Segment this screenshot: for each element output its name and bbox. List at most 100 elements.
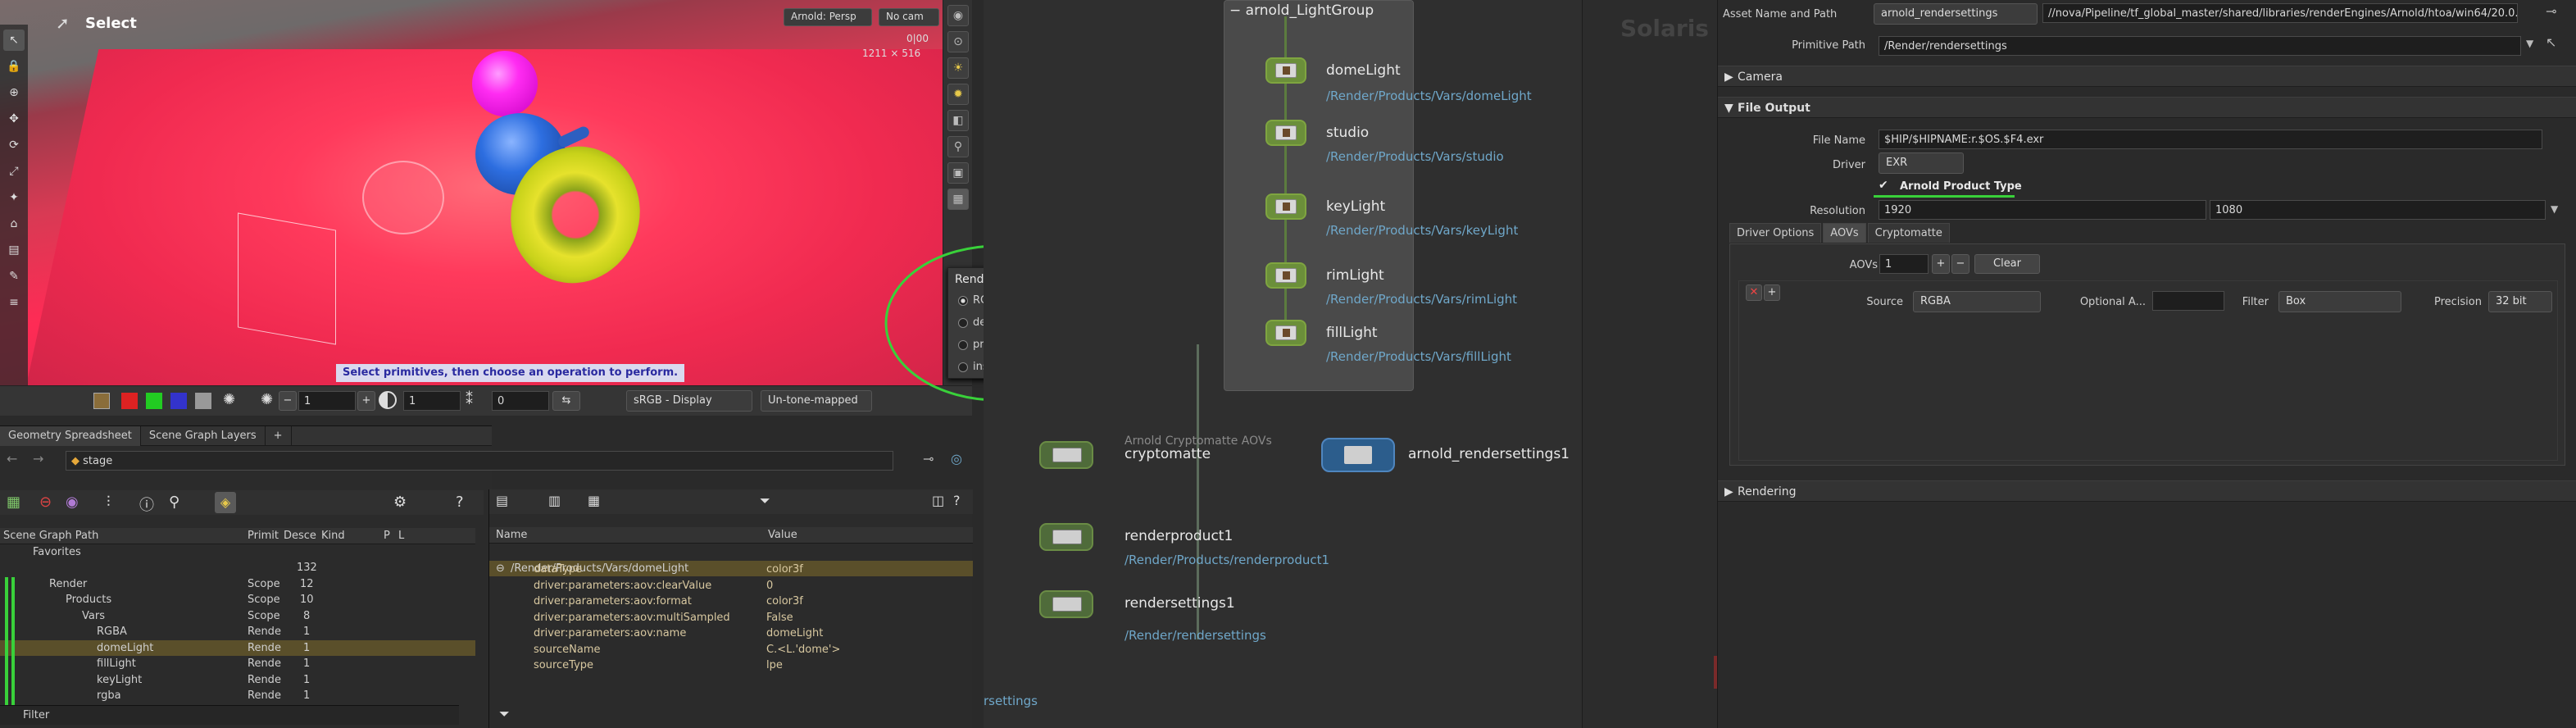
delete-aov-button[interactable]: ✕ bbox=[1746, 284, 1762, 301]
camera-menu[interactable]: Arnold: Persp bbox=[784, 8, 872, 26]
tree-row[interactable]: 132 bbox=[0, 560, 475, 576]
tab-geometry-spreadsheet[interactable]: Geometry Spreadsheet bbox=[0, 426, 141, 446]
column-header[interactable]: Scene Graph Path bbox=[3, 528, 98, 544]
render-icon[interactable]: ▣ bbox=[947, 162, 969, 184]
exposure-icon[interactable]: ✺ bbox=[223, 391, 235, 408]
lut-icon[interactable]: ⇆ bbox=[552, 391, 580, 411]
snap-icon[interactable]: ⊙ bbox=[947, 31, 969, 52]
renderproduct-node[interactable] bbox=[1039, 523, 1093, 551]
nav-forward-icon[interactable]: → bbox=[33, 451, 43, 466]
tree-row[interactable]: fillLight Rende 1 bbox=[0, 656, 475, 672]
light-group-box[interactable]: − arnold_LightGroup bbox=[1224, 0, 1414, 391]
no-cam-menu[interactable]: No cam bbox=[879, 8, 939, 26]
attribute-row[interactable]: driver:parameters:aov:name domeLight bbox=[489, 626, 973, 642]
sliders-icon[interactable]: ⫶ bbox=[107, 494, 111, 511]
resolution-y-field[interactable]: 1080 bbox=[2210, 200, 2546, 220]
stage-path-field[interactable]: ◆ stage bbox=[66, 451, 893, 471]
filter-menu[interactable]: Box bbox=[2278, 291, 2401, 312]
settings-icon[interactable]: ⚙ bbox=[393, 494, 407, 511]
sun-icon[interactable]: ☀ bbox=[947, 57, 969, 79]
column-header[interactable]: Desce bbox=[284, 528, 316, 544]
move-icon[interactable]: ✥ bbox=[3, 108, 25, 130]
tree-row[interactable]: Products Scope 10 bbox=[0, 592, 475, 608]
green-channel-icon[interactable] bbox=[146, 393, 162, 409]
light-node[interactable] bbox=[1265, 262, 1306, 289]
driver-menu[interactable]: EXR bbox=[1879, 152, 1964, 174]
prim-path-menu-icon[interactable]: ▼ bbox=[2526, 38, 2533, 49]
file-output-section[interactable]: ▼ File Output bbox=[1718, 97, 2576, 118]
camera-section[interactable]: ▶ Camera bbox=[1718, 66, 2576, 87]
rotate-icon[interactable]: ⟳ bbox=[3, 134, 25, 156]
info-icon[interactable]: ⓘ bbox=[139, 494, 154, 515]
attribute-row[interactable]: driver:parameters:aov:multiSampled False bbox=[489, 610, 973, 626]
hat-icon[interactable]: ⌂ bbox=[3, 213, 25, 234]
camera-snapshot-icon[interactable]: ◫ bbox=[932, 493, 944, 508]
bulb-icon[interactable]: ✹ bbox=[947, 84, 969, 105]
pin-icon[interactable]: ⊸ bbox=[2546, 3, 2556, 19]
eye-icon[interactable]: ◉ bbox=[66, 494, 79, 511]
gamma-field[interactable]: 1 bbox=[403, 391, 461, 411]
scene-viewport[interactable]: Select ➚ Arnold: Persp No cam 0|00 1211 … bbox=[0, 0, 972, 416]
light-node[interactable] bbox=[1265, 57, 1306, 84]
tone-map-menu[interactable]: Un-tone-mapped bbox=[761, 390, 872, 412]
pin-icon[interactable]: ⊸ bbox=[923, 451, 934, 466]
tab-driver-options[interactable]: Driver Options bbox=[1729, 223, 1822, 243]
tree-row[interactable]: RGBA Rende 1 bbox=[0, 624, 475, 640]
flashlight-icon[interactable]: ⚲ bbox=[947, 136, 969, 157]
asset-name-menu[interactable]: arnold_rendersettings bbox=[1874, 3, 2038, 25]
view-icon[interactable]: ◉ bbox=[947, 5, 969, 26]
add-aov-button[interactable]: + bbox=[1932, 254, 1950, 274]
prim-path-field[interactable]: /Render/rendersettings bbox=[1879, 36, 2521, 56]
camera-icon[interactable]: ◧ bbox=[947, 110, 969, 131]
help-icon[interactable]: ? bbox=[456, 494, 464, 511]
light-node[interactable] bbox=[1265, 120, 1306, 146]
attribute-row[interactable]: sourceName C.<L.'dome'> bbox=[489, 642, 973, 658]
attribute-row[interactable]: driver:parameters:aov:format color3f bbox=[489, 594, 973, 610]
remove-aov-button[interactable]: − bbox=[1951, 254, 1969, 274]
column-header[interactable]: L bbox=[398, 528, 404, 544]
product-type-checkbox[interactable]: ✔ bbox=[1879, 179, 1888, 192]
nav-back-icon[interactable]: ← bbox=[7, 451, 17, 466]
handle-icon[interactable]: ⊕ bbox=[3, 82, 25, 103]
scale-icon[interactable]: ⤢ bbox=[3, 161, 25, 182]
column-header[interactable]: Kind bbox=[321, 528, 345, 544]
tree-row[interactable]: Vars Scope 8 bbox=[0, 608, 475, 625]
attribute-row[interactable]: driver:parameters:aov:clearValue 0 bbox=[489, 578, 973, 594]
tab-aovs[interactable]: AOVs bbox=[1823, 223, 1866, 243]
attribute-row[interactable]: sourceType lpe bbox=[489, 657, 973, 674]
column-view-icon[interactable]: ▥ bbox=[548, 493, 561, 508]
filter-icon[interactable]: ⏷ bbox=[760, 493, 770, 509]
list-view-icon[interactable]: ▤ bbox=[496, 493, 508, 508]
attribute-row[interactable]: dataType color3f bbox=[489, 562, 973, 578]
insert-aov-button[interactable]: + bbox=[1764, 284, 1780, 301]
red-channel-icon[interactable] bbox=[121, 393, 138, 409]
highlight-icon[interactable]: ◈ bbox=[215, 492, 236, 513]
column-header[interactable]: Primit bbox=[248, 528, 279, 544]
asset-path-field[interactable]: //nova/Pipeline/tf_global_master/shared/… bbox=[2042, 3, 2518, 23]
light-icon[interactable]: ✦ bbox=[3, 187, 25, 208]
select-prim-icon[interactable]: ↖ bbox=[2546, 34, 2556, 50]
tab-scene-graph-layers[interactable]: Scene Graph Layers bbox=[141, 426, 266, 446]
select-tool-icon[interactable]: ↖ bbox=[3, 30, 25, 51]
minus-circle-icon[interactable]: ⊖ bbox=[39, 494, 52, 511]
layers-icon[interactable]: ▤ bbox=[3, 239, 25, 261]
tree-row[interactable]: rgba Rende 1 bbox=[0, 688, 475, 704]
column-header[interactable]: P bbox=[384, 528, 390, 544]
arnold-rendersettings-node[interactable] bbox=[1321, 438, 1395, 472]
render-outputs-icon[interactable]: ▦ bbox=[947, 189, 969, 210]
rendering-section[interactable]: ▶ Rendering bbox=[1718, 480, 2576, 502]
resolution-menu-icon[interactable]: ▼ bbox=[2551, 203, 2558, 215]
contrast-icon[interactable] bbox=[379, 391, 397, 409]
tree-row[interactable]: keyLight Rende 1 bbox=[0, 672, 475, 689]
paint-icon[interactable]: ✎ bbox=[3, 266, 25, 287]
blue-channel-icon[interactable] bbox=[170, 393, 187, 409]
tree-row[interactable]: Render Scope 12 bbox=[0, 576, 475, 593]
column-header[interactable]: Name bbox=[496, 527, 527, 544]
aovs-count-field[interactable]: 1 bbox=[1879, 254, 1929, 274]
threshold-field[interactable]: 0 bbox=[492, 391, 549, 411]
cryptomatte-node[interactable] bbox=[1039, 441, 1093, 469]
link-icon[interactable]: ◎ bbox=[951, 451, 962, 466]
plus-button[interactable]: + bbox=[357, 391, 375, 411]
render-view[interactable] bbox=[0, 0, 951, 394]
minus-button[interactable]: − bbox=[279, 391, 297, 411]
